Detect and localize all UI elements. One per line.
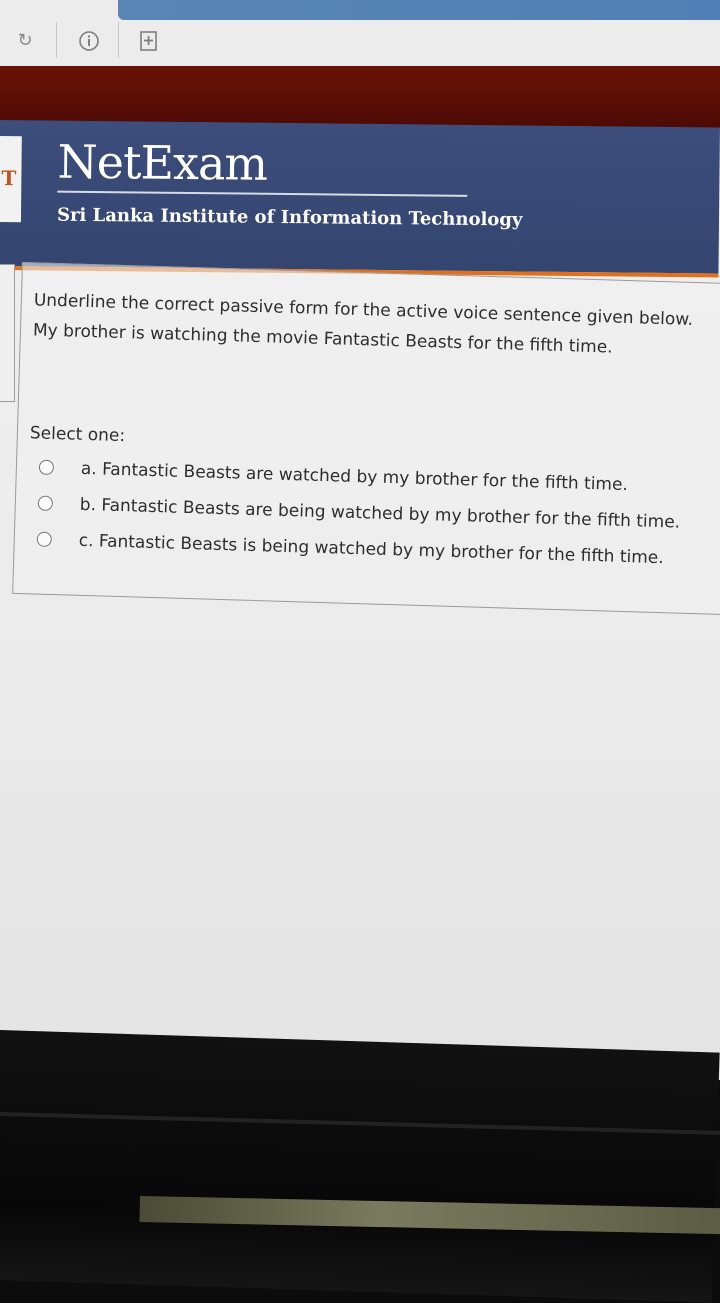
browser-screen: ↻ T NetExam Sri Lanka Institute of Infor… bbox=[0, 0, 720, 1080]
institute-logo: T bbox=[0, 135, 22, 223]
brand-underline bbox=[57, 190, 468, 197]
reload-icon[interactable]: ↻ bbox=[14, 30, 36, 52]
radio-button-c[interactable] bbox=[36, 531, 53, 548]
logo-letter: T bbox=[1, 166, 17, 191]
browser-toolbar: ↻ bbox=[0, 0, 720, 66]
toolbar-separator bbox=[56, 22, 57, 58]
institute-name: Sri Lanka Institute of Information Techn… bbox=[56, 204, 523, 231]
radio-button-b[interactable] bbox=[37, 495, 54, 512]
question-info-box bbox=[0, 264, 15, 402]
monitor-bezel bbox=[0, 1030, 720, 1303]
new-tab-icon[interactable] bbox=[138, 30, 160, 52]
address-bar[interactable] bbox=[118, 0, 720, 20]
info-icon[interactable] bbox=[78, 30, 100, 52]
maroon-banner bbox=[0, 66, 720, 128]
brand-title[interactable]: NetExam bbox=[57, 135, 267, 191]
toolbar-separator bbox=[118, 22, 119, 58]
question-card: Underline the correct passive form for t… bbox=[12, 262, 720, 616]
radio-button-a[interactable] bbox=[38, 459, 55, 476]
question-content: Underline the correct passive form for t… bbox=[26, 285, 720, 578]
answer-options: a. Fantastic Beasts are watched by my br… bbox=[26, 449, 720, 578]
site-header: T NetExam Sri Lanka Institute of Informa… bbox=[0, 120, 720, 278]
